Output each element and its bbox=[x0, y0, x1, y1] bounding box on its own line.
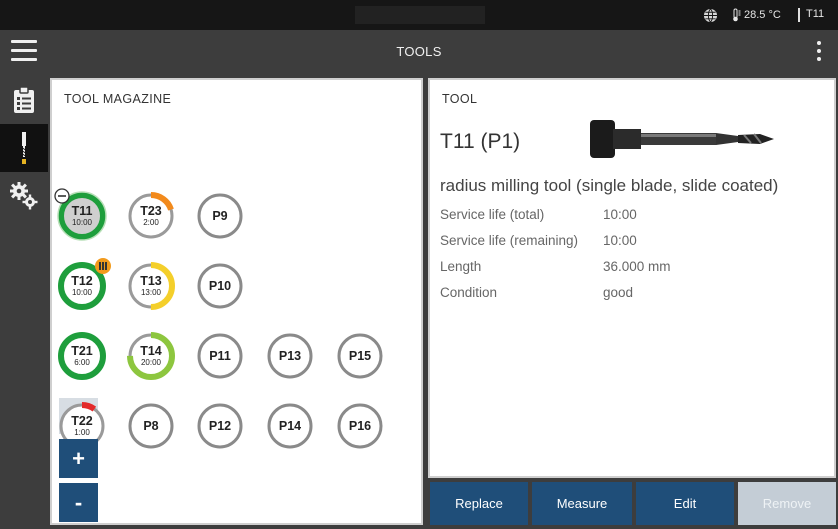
pocket-t21[interactable]: T21 6:00 bbox=[57, 331, 107, 381]
pocket-label: P12 bbox=[195, 401, 245, 451]
pocket-id: T21 bbox=[71, 344, 93, 358]
property-label: Service life (remaining) bbox=[440, 233, 579, 248]
zoom-out-button[interactable]: - bbox=[59, 483, 98, 522]
pocket-time: 10:00 bbox=[71, 288, 93, 297]
side-nav bbox=[0, 74, 48, 529]
pocket-label: P10 bbox=[195, 261, 245, 311]
pocket-p13[interactable]: P13 bbox=[265, 331, 315, 381]
pocket-label: P13 bbox=[265, 331, 315, 381]
milling-tool-image bbox=[590, 120, 774, 158]
pocket-p8[interactable]: P8 bbox=[126, 401, 176, 451]
pocket-p11[interactable]: P11 bbox=[195, 331, 245, 381]
pocket-label: P15 bbox=[335, 331, 385, 381]
app-window: 28.5 °C T11 TOOLS TOOL MAGAZINE T11 10:0… bbox=[0, 0, 838, 529]
property-value: 10:00 bbox=[603, 233, 637, 248]
pocket-id: T23 bbox=[140, 204, 162, 218]
pocket-id: T14 bbox=[140, 344, 162, 358]
pocket-id: P13 bbox=[278, 348, 302, 363]
nav-item-settings[interactable] bbox=[0, 172, 48, 220]
pocket-p16[interactable]: P16 bbox=[335, 401, 385, 451]
active-tool-indicator: T11 bbox=[806, 8, 825, 20]
status-center-block bbox=[355, 6, 485, 24]
pocket-time: 6:00 bbox=[74, 358, 90, 367]
pocket-time: 13:00 bbox=[140, 288, 162, 297]
tool-detail-title: TOOL bbox=[442, 92, 478, 106]
pocket-id: P14 bbox=[278, 418, 302, 433]
replace-button[interactable]: Replace bbox=[430, 482, 528, 525]
pocket-label: T13 13:00 bbox=[126, 261, 176, 311]
property-value: 36.000 mm bbox=[603, 259, 671, 274]
pocket-id: P12 bbox=[208, 418, 232, 433]
pocket-id: T11 bbox=[71, 204, 93, 218]
pocket-label: P9 bbox=[195, 191, 245, 241]
pocket-id: T13 bbox=[140, 274, 162, 288]
pocket-label: T21 6:00 bbox=[57, 331, 107, 381]
pocket-p9[interactable]: P9 bbox=[195, 191, 245, 241]
pocket-t13[interactable]: T13 13:00 bbox=[126, 261, 176, 311]
measure-button[interactable]: Measure bbox=[532, 482, 632, 525]
pocket-t23[interactable]: T23 2:00 bbox=[126, 191, 176, 241]
temperature-indicator: 28.5 °C bbox=[730, 8, 781, 22]
pocket-t12[interactable]: T12 10:00 bbox=[57, 258, 111, 311]
pocket-time: 20:00 bbox=[140, 358, 162, 367]
pocket-id: P11 bbox=[209, 348, 231, 363]
tool-indicator-bar bbox=[798, 8, 800, 22]
temperature-value: 28.5 °C bbox=[744, 9, 781, 21]
remove-button: Remove bbox=[738, 482, 836, 525]
edit-button[interactable]: Edit bbox=[636, 482, 734, 525]
property-value: 10:00 bbox=[603, 207, 637, 222]
pocket-id: P9 bbox=[212, 208, 228, 223]
pocket-id: P8 bbox=[143, 418, 159, 433]
pocket-label: T14 20:00 bbox=[126, 331, 176, 381]
pocket-label: P11 bbox=[195, 331, 245, 381]
thermometer-icon bbox=[733, 8, 741, 22]
nav-item-tools[interactable] bbox=[0, 124, 48, 172]
property-label: Service life (total) bbox=[440, 207, 545, 222]
pocket-t14[interactable]: T14 20:00 bbox=[126, 331, 176, 381]
tool-magazine-panel: TOOL MAGAZINE T11 10:00 T23 2:00 P9 T12 10:00 T… bbox=[50, 78, 423, 525]
pocket-id: T22 bbox=[71, 414, 93, 428]
minus-badge-icon bbox=[54, 188, 70, 204]
more-options-icon[interactable] bbox=[816, 41, 822, 65]
page-title: TOOLS bbox=[396, 44, 442, 59]
pocket-t11[interactable]: T11 10:00 bbox=[54, 188, 107, 241]
tool-info-badge-icon bbox=[95, 258, 111, 274]
title-bar: TOOLS bbox=[0, 30, 838, 74]
pocket-p12[interactable]: P12 bbox=[195, 401, 245, 451]
tool-icon bbox=[22, 132, 26, 164]
pocket-label: T23 2:00 bbox=[126, 191, 176, 241]
nav-item-clipboard[interactable] bbox=[0, 76, 48, 124]
property-value: good bbox=[603, 285, 634, 300]
pocket-p10[interactable]: P10 bbox=[195, 261, 245, 311]
pocket-time: 10:00 bbox=[71, 218, 93, 227]
tool-name: T11 (P1) bbox=[440, 130, 521, 153]
pocket-label: P8 bbox=[126, 401, 176, 451]
pocket-id: P10 bbox=[208, 278, 232, 293]
pocket-id: T12 bbox=[71, 274, 93, 288]
zoom-in-button[interactable]: + bbox=[59, 439, 98, 478]
pocket-p14[interactable]: P14 bbox=[265, 401, 315, 451]
status-bar: 28.5 °C T11 bbox=[0, 0, 838, 30]
pocket-label: P14 bbox=[265, 401, 315, 451]
clipboard-icon bbox=[14, 86, 34, 113]
pocket-p15[interactable]: P15 bbox=[335, 331, 385, 381]
tool-description: radius milling tool (single blade, slide… bbox=[440, 176, 779, 195]
tool-magazine-title: TOOL MAGAZINE bbox=[64, 92, 172, 106]
pocket-time: 1:00 bbox=[74, 428, 90, 437]
pocket-time: 2:00 bbox=[143, 218, 159, 227]
pocket-label: P16 bbox=[335, 401, 385, 451]
pocket-id: P16 bbox=[348, 418, 372, 433]
property-label: Length bbox=[440, 259, 482, 274]
pocket-id: P15 bbox=[348, 348, 372, 363]
property-label: Condition bbox=[440, 285, 498, 300]
tool-detail-panel: TOOL T11 (P1) radius milling tool (singl… bbox=[428, 78, 836, 478]
globe-icon bbox=[703, 8, 718, 23]
gears-icon bbox=[10, 182, 38, 210]
